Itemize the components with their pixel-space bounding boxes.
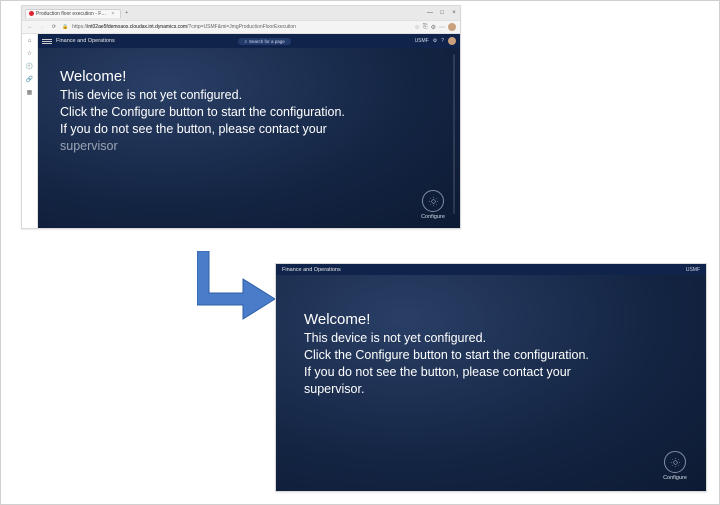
extension-icon[interactable]: ⚙ — [431, 24, 436, 31]
configure-label: Configure — [658, 475, 692, 481]
settings-icon[interactable]: ⚙ — [433, 38, 437, 44]
window-max-button[interactable]: □ — [436, 10, 448, 16]
search-icon: ⌕ — [244, 39, 247, 44]
welcome-message: Welcome! This device is not yet configur… — [60, 68, 450, 155]
nav-refresh-icon[interactable]: ⟳ — [50, 24, 58, 30]
welcome-line3b-cut: supervisor — [60, 138, 450, 155]
company-picker[interactable]: USMF — [415, 38, 429, 44]
titlebar: Production floor execution - F… × + — □ … — [22, 6, 460, 20]
scrollbar[interactable] — [453, 54, 455, 214]
welcome-line3b: supervisor. — [304, 381, 696, 398]
address-bar-actions: ☆ ⎘ ⚙ ⋯ — [414, 23, 456, 31]
user-avatar[interactable] — [448, 37, 456, 45]
nav-forward-icon: → — [38, 24, 46, 30]
app-main: Finance and Operations ⌕ Search for a pa… — [38, 34, 460, 228]
search-box[interactable]: ⌕ Search for a page — [238, 38, 290, 45]
welcome-title: Welcome! — [60, 68, 450, 85]
welcome-line2: Click the Configure button to start the … — [304, 347, 696, 364]
browser-tab[interactable]: Production floor execution - F… × — [25, 9, 121, 18]
welcome-line1: This device is not yet configured. — [60, 87, 450, 104]
address-bar: ← → ⟳ 🔒 https://int02ae5fdemoaos.cloudax… — [22, 20, 460, 34]
welcome-title: Welcome! — [304, 311, 696, 328]
url-prefix: https:// — [72, 24, 87, 30]
welcome-line2: Click the Configure button to start the … — [60, 104, 450, 121]
rail-link-icon[interactable]: 🔗 — [26, 76, 33, 83]
tab-title: Production floor execution - F… — [36, 11, 106, 17]
window-min-button[interactable]: — — [424, 10, 436, 16]
product-name: Finance and Operations — [282, 267, 341, 273]
search-placeholder: Search for a page — [249, 39, 285, 44]
rail-recent-icon[interactable]: 🕘 — [26, 63, 33, 70]
favorite-icon[interactable]: ☆ — [414, 24, 419, 31]
app-header: Finance and Operations ⌕ Search for a pa… — [38, 34, 460, 48]
app-shell: ⌂ ☆ 🕘 🔗 ▦ Finance and Operations ⌕ Searc… — [22, 34, 460, 228]
transition-arrow-icon — [197, 251, 277, 329]
welcome-line1: This device is not yet configured. — [304, 330, 696, 347]
help-icon[interactable]: ? — [441, 38, 444, 44]
product-name: Finance and Operations — [56, 38, 115, 44]
favicon — [29, 11, 34, 16]
url[interactable]: https://int02ae5fdemoaos.cloudax.int.dyn… — [72, 24, 296, 30]
collections-icon[interactable]: ⎘ — [423, 24, 428, 31]
configure-button[interactable]: Configure — [416, 190, 450, 220]
lock-icon: 🔒 — [62, 24, 68, 30]
url-host: int02ae5fdemoaos.cloudax.int.dynamics.co… — [87, 24, 187, 30]
nav-back-icon[interactable]: ← — [26, 24, 34, 30]
rail-grid-icon[interactable]: ▦ — [27, 89, 33, 96]
browser-window-before: Production floor execution - F… × + — □ … — [21, 5, 461, 229]
hamburger-icon[interactable] — [42, 39, 52, 44]
rail-star-icon[interactable]: ☆ — [27, 50, 32, 57]
new-tab-button[interactable]: + — [125, 10, 128, 16]
gear-icon — [422, 190, 444, 212]
profile-avatar[interactable] — [448, 23, 456, 31]
welcome-line3a: If you do not see the button, please con… — [60, 121, 450, 138]
left-rail: ⌂ ☆ 🕘 🔗 ▦ — [22, 34, 38, 228]
url-path: /?cmp=USMF&mi=JmgProductionFloorExecutio… — [187, 24, 296, 30]
menu-icon[interactable]: ⋯ — [439, 24, 445, 31]
welcome-line3a: If you do not see the button, please con… — [304, 364, 696, 381]
rail-home-icon[interactable]: ⌂ — [28, 38, 32, 44]
app-header-fullscreen: Finance and Operations USMF — [276, 264, 706, 275]
company-picker[interactable]: USMF — [686, 267, 700, 273]
window-close-button[interactable]: × — [448, 10, 460, 16]
app-body: Welcome! This device is not yet configur… — [38, 48, 460, 228]
gear-icon — [664, 451, 686, 473]
browser-window-after: Finance and Operations USMF Welcome! Thi… — [275, 263, 707, 492]
configure-label: Configure — [416, 214, 450, 220]
tab-close-icon[interactable]: × — [111, 11, 114, 17]
configure-button[interactable]: Configure — [658, 451, 692, 481]
app-body-fullscreen: Welcome! This device is not yet configur… — [276, 275, 706, 491]
